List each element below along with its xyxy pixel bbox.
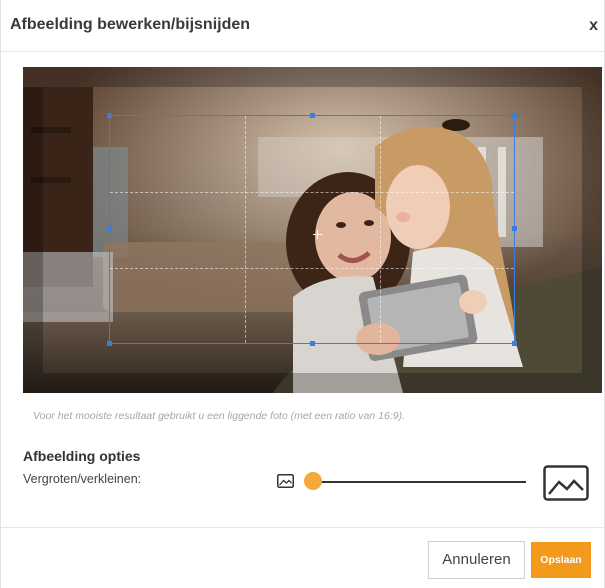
close-button[interactable]: x (589, 17, 598, 35)
crop-grid-line (110, 268, 514, 269)
crop-handle-left[interactable] (107, 226, 112, 231)
ratio-hint: Voor het mooiste resultaat gebruikt u ee… (33, 410, 406, 422)
crop-grid-line (245, 116, 246, 343)
slider-thumb[interactable] (304, 472, 322, 490)
slider-track (312, 481, 526, 483)
crop-handle-top-left[interactable] (107, 113, 112, 118)
dialog-header: Afbeelding bewerken/bijsnijden x (1, 0, 604, 52)
image-large-icon (543, 465, 589, 501)
crop-frame[interactable] (107, 113, 517, 346)
image-small-icon (277, 474, 294, 488)
crop-center-marker (313, 230, 322, 239)
crop-dialog: Afbeelding bewerken/bijsnijden x Voor he… (0, 0, 605, 588)
zoom-slider[interactable] (304, 472, 526, 492)
footer-divider (1, 527, 604, 528)
crop-handle-top-right[interactable] (512, 113, 517, 118)
crop-grid-line (110, 192, 514, 193)
cancel-button[interactable]: Annuleren (428, 541, 525, 579)
crop-handle-right[interactable] (512, 226, 517, 231)
crop-handle-bottom-left[interactable] (107, 341, 112, 346)
zoom-label: Vergroten/verkleinen: (23, 472, 142, 486)
crop-handle-top[interactable] (310, 113, 315, 118)
options-title: Afbeelding opties (23, 448, 141, 464)
crop-handle-bottom-right[interactable] (512, 341, 517, 346)
crop-handle-bottom[interactable] (310, 341, 315, 346)
save-button[interactable]: Opslaan (531, 542, 591, 578)
dialog-title: Afbeelding bewerken/bijsnijden (10, 16, 251, 33)
crop-grid-line (380, 116, 381, 343)
